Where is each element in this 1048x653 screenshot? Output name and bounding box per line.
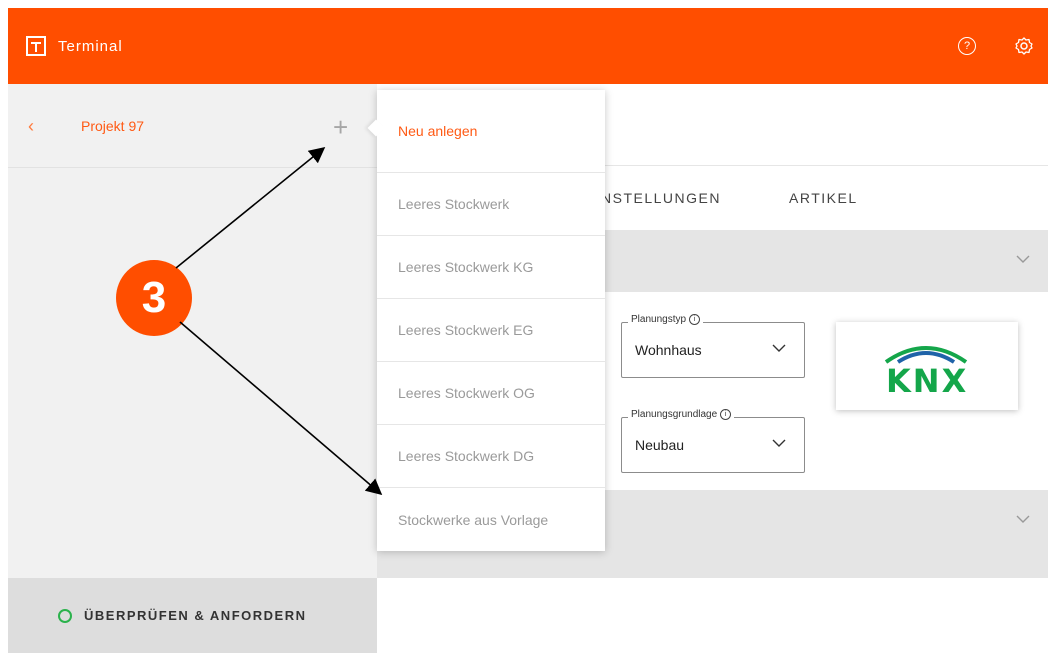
info-icon[interactable]: i <box>689 314 701 325</box>
menu-item-leeres-stockwerk-kg[interactable]: Leeres Stockwerk KG <box>377 235 605 298</box>
new-floor-menu: Neu anlegen Leeres Stockwerk Leeres Stoc… <box>377 90 605 551</box>
menu-item-leeres-stockwerk-dg[interactable]: Leeres Stockwerk DG <box>377 424 605 487</box>
app-title: Terminal <box>58 37 123 55</box>
knx-logo-card: KNX <box>836 322 1018 410</box>
brand[interactable]: Terminal <box>26 8 123 84</box>
gear-icon[interactable] <box>1014 36 1034 56</box>
section-header-3[interactable] <box>377 552 1048 578</box>
menu-item-stockwerke-aus-vorlage[interactable]: Stockwerke aus Vorlage <box>377 487 605 551</box>
project-name[interactable]: Projekt 97 <box>81 118 144 134</box>
chevron-down-icon <box>1016 255 1030 263</box>
menu-item-leeres-stockwerk-eg[interactable]: Leeres Stockwerk EG <box>377 298 605 361</box>
info-icon[interactable]: i <box>720 409 732 420</box>
planungsgrundlage-value: Neubau <box>635 437 685 453</box>
chevron-down-icon <box>772 344 786 352</box>
planungstyp-value: Wohnhaus <box>635 342 702 358</box>
terminal-logo-icon <box>26 36 46 56</box>
status-ring-icon <box>58 608 72 623</box>
planungsgrundlage-select[interactable]: Planungsgrundlage i Neubau <box>621 409 805 473</box>
help-icon[interactable]: ? <box>958 37 976 55</box>
planungstyp-label: Planungstyp i <box>628 314 704 325</box>
knx-logo: KNX <box>886 362 969 400</box>
knx-arc-icon <box>884 346 968 364</box>
planungstyp-select[interactable]: Planungstyp i Wohnhaus <box>621 314 805 378</box>
chevron-down-icon <box>772 439 786 447</box>
chevron-down-icon <box>1016 515 1030 523</box>
add-icon[interactable]: + <box>333 112 348 143</box>
top-actions: ? <box>958 8 1034 84</box>
step-number-badge: 3 <box>116 260 192 336</box>
menu-item-leeres-stockwerk[interactable]: Leeres Stockwerk <box>377 172 605 235</box>
sidebar-header: ‹ Projekt 97 + <box>8 84 377 168</box>
chevron-left-icon[interactable]: ‹ <box>28 116 34 137</box>
tab-artikel[interactable]: ARTIKEL <box>789 190 858 206</box>
planungsgrundlage-label-text: Planungsgrundlage <box>631 409 718 420</box>
menu-item-neu-anlegen[interactable]: Neu anlegen <box>377 90 605 172</box>
planungsgrundlage-label: Planungsgrundlage i <box>628 409 735 420</box>
menu-item-leeres-stockwerk-og[interactable]: Leeres Stockwerk OG <box>377 361 605 424</box>
app-root: Terminal ? ‹ Projekt 97 + ÜBERPRÜFEN & A… <box>0 0 1048 653</box>
tab-einstellungen[interactable]: NSTELLUNGEN <box>601 190 721 206</box>
sidebar: ‹ Projekt 97 + ÜBERPRÜFEN & ANFORDERN <box>8 84 377 653</box>
planungstyp-label-text: Planungstyp <box>631 314 687 325</box>
review-request-label: ÜBERPRÜFEN & ANFORDERN <box>84 608 307 623</box>
review-request-button[interactable]: ÜBERPRÜFEN & ANFORDERN <box>8 578 377 653</box>
top-bar: Terminal ? <box>8 8 1048 84</box>
